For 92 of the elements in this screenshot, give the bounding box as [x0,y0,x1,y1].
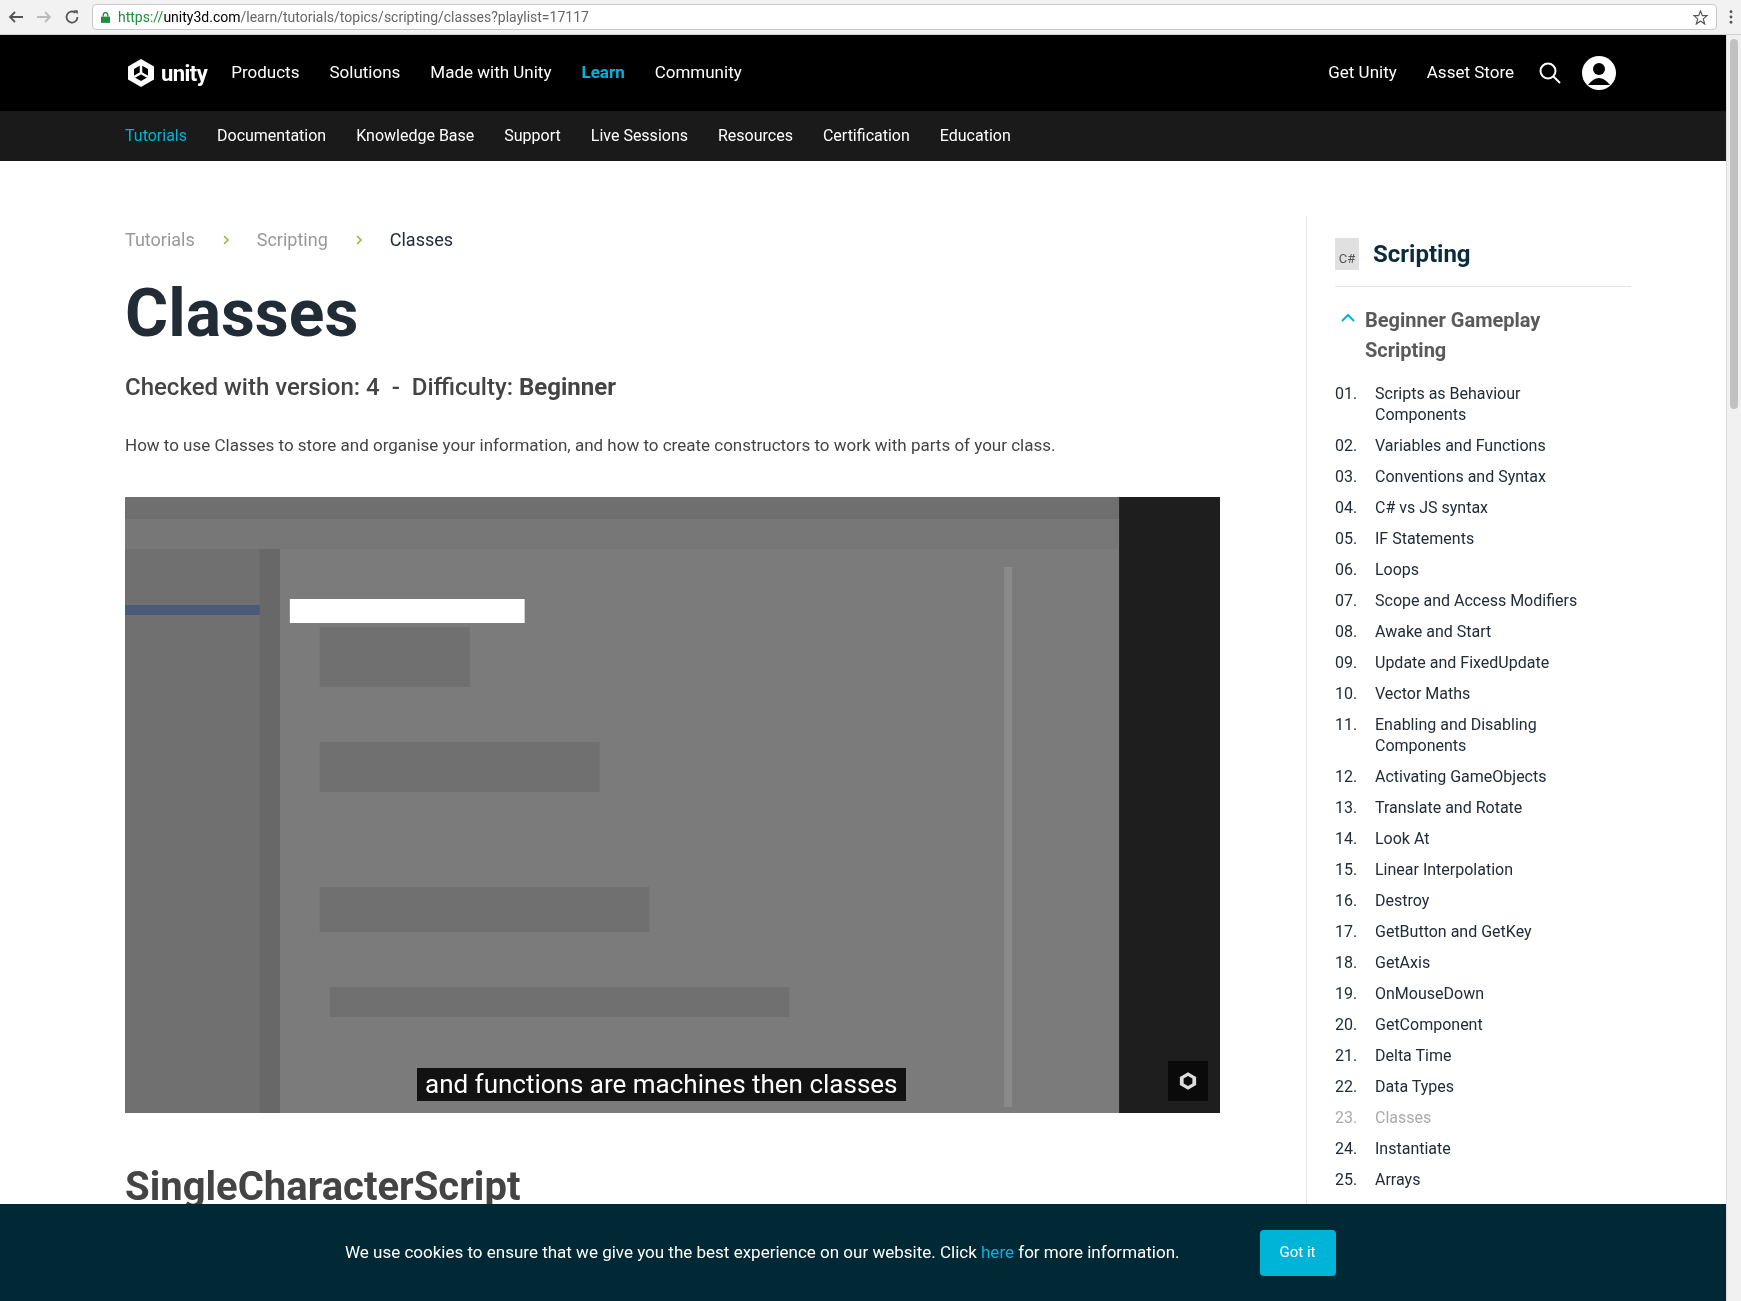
lesson-number: 18. [1335,952,1359,973]
lesson-number: 01. [1335,383,1359,404]
lesson-number: 17. [1335,921,1359,942]
sidebar-title: Scripting [1373,239,1471,270]
nav-link[interactable]: Get Unity [1328,60,1397,86]
lesson-link[interactable]: Data Types [1375,1076,1615,1097]
star-icon[interactable] [1693,9,1708,25]
scrollbar[interactable] [1726,35,1741,1301]
user-avatar-icon[interactable] [1582,56,1616,90]
lesson-link[interactable]: Variables and Functions [1375,435,1615,456]
reload-icon[interactable] [64,9,80,25]
lesson-link[interactable]: Delta Time [1375,1045,1615,1066]
lesson-number: 09. [1335,652,1359,673]
nav-link[interactable]: Community [654,60,742,86]
cookie-info-link[interactable]: here [981,1241,1014,1262]
page-title: Classes [125,281,360,347]
lesson-link[interactable]: GetComponent [1375,1014,1615,1035]
address-bar[interactable]: https://unity3d.com/learn/tutorials/topics/scripting/classes?playlist=17117 [92,4,1717,30]
lesson-number: 24. [1335,1138,1359,1159]
lesson-link[interactable]: Look At [1375,828,1615,849]
lesson-link[interactable]: Conventions and Syntax [1375,466,1615,487]
url-text: https://unity3d.com/learn/tutorials/topics/scripting/classes?playlist=17117 [118,7,589,27]
lesson-link[interactable]: Enabling and Disabling Components [1375,714,1615,756]
lesson-number: 22. [1335,1076,1359,1097]
lesson-number: 25. [1335,1169,1359,1190]
chevron-right-icon [355,234,362,245]
lesson-number: 04. [1335,497,1359,518]
lesson-number: 11. [1335,714,1359,735]
lesson-number: 05. [1335,528,1359,549]
lesson-link[interactable]: Update and FixedUpdate [1375,652,1615,673]
chevron-right-icon [222,234,229,245]
lesson-link[interactable]: Translate and Rotate [1375,797,1615,818]
search-icon[interactable] [1538,61,1562,85]
subnav-link[interactable]: Live Sessions [590,124,688,148]
section-heading: SingleCharacterScript [125,1166,522,1207]
lesson-link[interactable]: Vector Maths [1375,683,1615,704]
back-arrow-icon[interactable] [8,9,24,25]
file-icon: C# [1335,238,1359,270]
lesson-link[interactable]: Scope and Access Modifiers [1375,590,1615,611]
lesson-number: 10. [1335,683,1359,704]
lesson-number: 08. [1335,621,1359,642]
breadcrumb-link[interactable]: Classes [389,226,454,253]
lesson-link[interactable]: Linear Interpolation [1375,859,1615,880]
subnav-link[interactable]: Documentation [217,124,327,148]
nav-link[interactable]: Products [231,60,300,86]
lesson-link[interactable]: GetAxis [1375,952,1615,973]
lesson-link[interactable]: Instantiate [1375,1138,1615,1159]
lesson-number: 16. [1335,890,1359,911]
lesson-number: 13. [1335,797,1359,818]
lesson-number: 20. [1335,1014,1359,1035]
lesson-number: 21. [1335,1045,1359,1066]
lock-icon [101,11,110,23]
lesson-number: 06. [1335,559,1359,580]
unity-logo-button[interactable] [1168,1060,1208,1101]
lesson-link[interactable]: Scripts as Behaviour Components [1375,383,1615,425]
lesson-number: 12. [1335,766,1359,787]
lesson-link[interactable]: GetButton and GetKey [1375,921,1615,942]
menu-icon[interactable] [1729,10,1733,24]
unity-logo-icon [1178,1070,1198,1091]
subnav-link[interactable]: Support [504,124,561,148]
unity-logo-icon [125,57,157,89]
version-difficulty-text: Checked with version: 4 - Difficulty: Beginner [125,372,617,403]
logo-text[interactable]: unity [161,56,208,90]
lesson-link[interactable]: Activating GameObjects [1375,766,1615,787]
lesson-number: 02. [1335,435,1359,456]
video-caption: and functions are machines then classes [417,1068,906,1101]
subnav-link[interactable]: Knowledge Base [356,124,475,148]
lesson-link[interactable]: Destroy [1375,890,1615,911]
subnav-link[interactable]: Certification [822,124,910,148]
nav-link[interactable]: Made with Unity [430,60,552,86]
lesson-number: 15. [1335,859,1359,880]
group-title[interactable]: Beginner Gameplay Scripting [1365,305,1565,365]
lesson-link[interactable]: OnMouseDown [1375,983,1615,1004]
lesson-number: 14. [1335,828,1359,849]
lesson-link[interactable]: Arrays [1375,1169,1615,1190]
nav-link[interactable]: Learn [581,60,625,86]
nav-link[interactable]: Asset Store [1426,60,1514,86]
lesson-link[interactable]: Awake and Start [1375,621,1615,642]
lesson-number: 07. [1335,590,1359,611]
nav-link[interactable]: Solutions [329,60,401,86]
lesson-link[interactable]: Loops [1375,559,1615,580]
lesson-link[interactable]: IF Statements [1375,528,1615,549]
subnav-link[interactable]: Resources [718,124,793,148]
video-player[interactable]: and functions are machines then classes [125,496,1220,1113]
subnav-link[interactable]: Tutorials [125,124,187,148]
lesson-number: 03. [1335,466,1359,487]
lesson-link[interactable]: C# vs JS syntax [1375,497,1615,518]
subnav-link[interactable]: Education [939,124,1011,148]
lesson-number: 19. [1335,983,1359,1004]
lesson-number: 23. [1335,1107,1359,1128]
cookie-text: We use cookies to ensure that we give you the best experience on our website. Click here for more information. [345,1240,1180,1264]
description-text: How to use Classes to store and organise your information, and how to create constructors to work with parts of your class. [125,434,1057,457]
